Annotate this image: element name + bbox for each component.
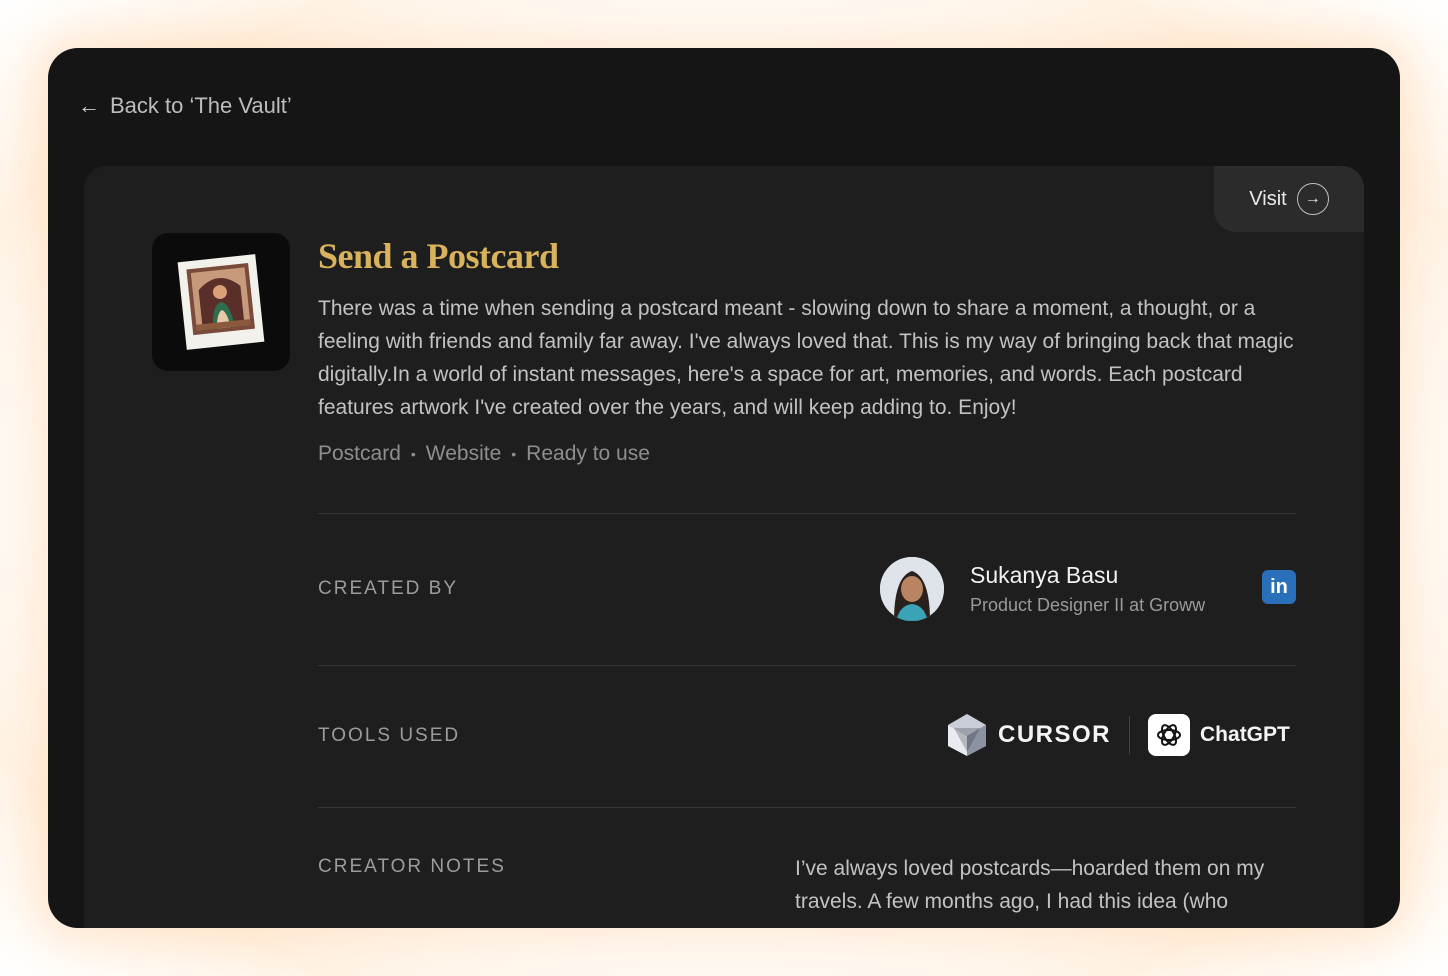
creator-text: Sukanya Basu Product Designer II at Grow… — [970, 562, 1205, 616]
visit-button[interactable]: Visit → — [1214, 166, 1364, 232]
chatgpt-knot-icon — [1157, 724, 1182, 746]
tag-ready-to-use: Ready to use — [526, 442, 650, 465]
tag-postcard: Postcard — [318, 442, 401, 465]
tag-separator: • — [410, 446, 416, 462]
tool-cursor-name: CURSOR — [998, 721, 1112, 748]
tool-cursor[interactable]: CURSOR — [946, 712, 1111, 758]
section-divider — [318, 665, 1296, 666]
tag-website: Website — [425, 442, 502, 465]
cursor-logo-icon — [948, 714, 986, 756]
linkedin-glyph: in — [1270, 575, 1288, 598]
project-tags: Postcard • Website • Ready to use — [318, 442, 1296, 466]
visit-button-label: Visit — [1249, 187, 1287, 210]
created-by-label: CREATED BY — [318, 578, 459, 599]
arrow-right-icon: → — [1296, 183, 1329, 215]
app-window: ← Back to ‘The Vault’ Visit → Send a Pos… — [48, 48, 1400, 928]
avatar-portrait-icon — [880, 557, 944, 621]
back-link-label: Back to ‘The Vault’ — [110, 93, 292, 118]
linkedin-icon[interactable]: in — [1262, 570, 1296, 604]
back-to-vault-link[interactable]: ← Back to ‘The Vault’ — [78, 88, 292, 124]
project-title: Send a Postcard — [318, 236, 559, 276]
project-card: Visit → Send a Postcard There was a time… — [84, 166, 1364, 928]
tools-separator — [1129, 716, 1131, 754]
project-content: Send a Postcard There was a time when se… — [318, 234, 1296, 466]
avatar[interactable] — [880, 557, 944, 621]
creator-role: Product Designer II at Groww — [970, 595, 1206, 615]
project-thumbnail — [152, 233, 290, 371]
creator-profile: Sukanya Basu Product Designer II at Grow… — [880, 556, 1300, 622]
creator-notes-text: I’ve always loved postcards—hoarded them… — [795, 857, 1265, 913]
section-divider — [318, 807, 1296, 808]
tools-list: CURSOR ChatGPT — [946, 712, 1290, 758]
arrow-left-icon: ← — [78, 93, 100, 118]
postcard-illustration-icon — [177, 254, 265, 350]
chatgpt-logo-icon — [1148, 714, 1191, 756]
tag-separator: • — [511, 446, 517, 462]
project-description: There was a time when sending a postcard… — [318, 297, 1294, 419]
section-divider — [318, 513, 1296, 514]
creator-name: Sukanya Basu — [970, 562, 1119, 588]
tools-used-label: TOOLS USED — [318, 725, 461, 746]
tool-chatgpt-name: ChatGPT — [1200, 723, 1290, 746]
tool-chatgpt[interactable]: ChatGPT — [1148, 714, 1290, 756]
creator-notes-label: CREATOR NOTES — [318, 856, 506, 877]
arrow-right-glyph: → — [1304, 190, 1321, 207]
